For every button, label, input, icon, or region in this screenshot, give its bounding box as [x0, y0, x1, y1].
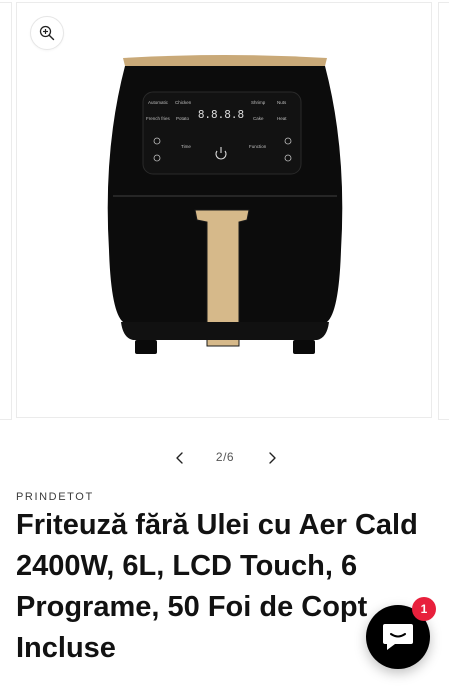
label-nuts: Nuts [277, 100, 287, 105]
label-chicken: Chicken [175, 100, 192, 105]
gallery-pagination: 2/6 [0, 444, 449, 472]
product-image: 8.8.8.8 Automatic Chicken Shrimp Nuts Fr… [107, 55, 343, 354]
label-shrimp: Shrimp [251, 100, 266, 105]
label-french-fries: French fries [146, 116, 171, 121]
foot-right [293, 340, 315, 354]
air-fryer-lid [123, 55, 327, 66]
product-vendor: PRINDETOT [16, 491, 94, 503]
next-slide-edge[interactable] [438, 2, 449, 420]
label-automatic: Automatic [148, 100, 169, 105]
air-fryer-base [121, 322, 329, 340]
label-heat: Heat [277, 116, 287, 121]
label-time: Time [181, 144, 191, 149]
previous-slide-edge[interactable] [0, 2, 12, 420]
previous-slide-button[interactable] [168, 446, 192, 470]
slide-counter: 2/6 [215, 450, 235, 464]
label-cake: Cake [253, 116, 264, 121]
display-digits: 8.8.8.8 [198, 108, 244, 121]
label-potato: Potato [176, 116, 190, 121]
zoom-button[interactable] [30, 16, 64, 50]
chevron-left-icon [176, 452, 183, 464]
foot-left [135, 340, 157, 354]
next-slide-button[interactable] [260, 446, 284, 470]
chat-notification-badge: 1 [412, 597, 436, 621]
product-gallery: 8.8.8.8 Automatic Chicken Shrimp Nuts Fr… [0, 0, 449, 420]
chevron-right-icon [269, 452, 276, 464]
label-function: Function [249, 144, 267, 149]
chat-bubble-icon [383, 624, 413, 650]
zoom-in-icon [39, 25, 55, 41]
